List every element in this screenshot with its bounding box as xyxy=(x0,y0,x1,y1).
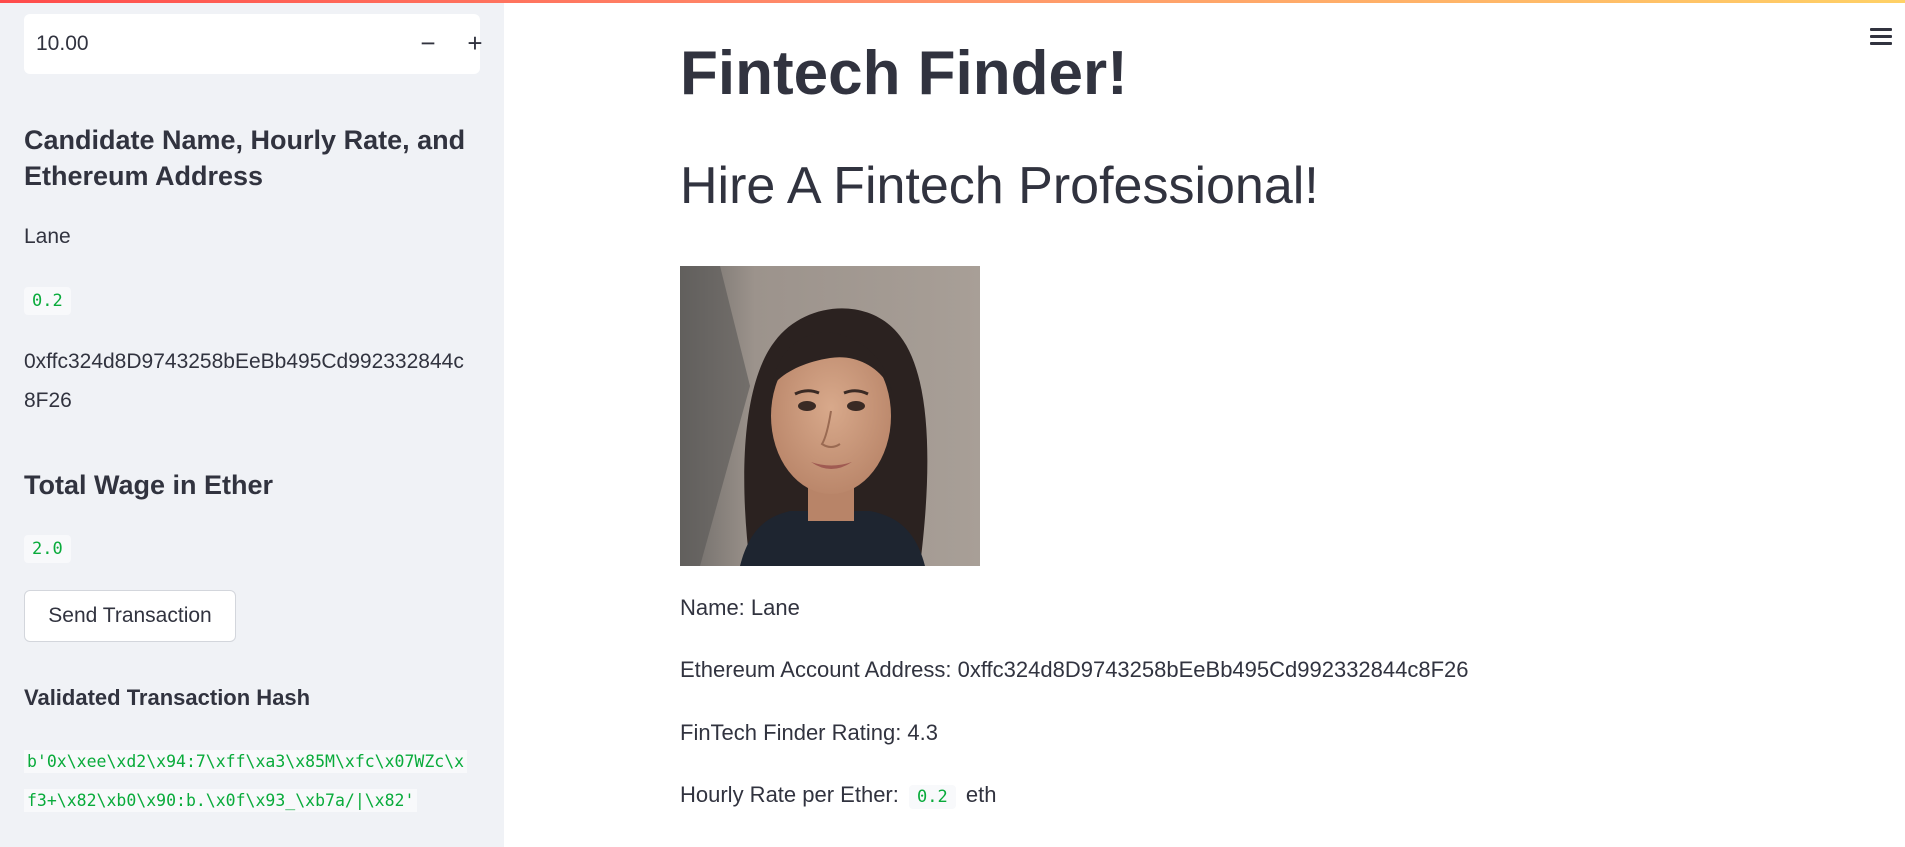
candidate-photo xyxy=(680,266,980,566)
candidate-name-line: Name: Lane xyxy=(680,595,800,620)
transaction-hash-code: b'0x\xee\xd2\x94:7\xff\xa3\x85M\xfc\x07W… xyxy=(24,742,474,820)
hamburger-menu-icon[interactable] xyxy=(1870,28,1892,46)
rate-suffix: eth xyxy=(965,782,997,807)
decrement-button[interactable]: − xyxy=(408,26,448,62)
top-decoration-bar xyxy=(0,0,1905,3)
total-wage-code: 2.0 xyxy=(24,535,71,563)
sidebar: 10.00 − + Candidate Name, Hourly Rate, a… xyxy=(0,0,504,847)
page-subtitle: Hire A Fintech Professional! xyxy=(680,157,1319,215)
candidate-name: Lane xyxy=(24,225,71,248)
send-transaction-button[interactable]: Send Transaction xyxy=(24,590,236,642)
rate-value-code: 0.2 xyxy=(909,785,956,809)
candidate-address-line: Ethereum Account Address: 0xffc324d8D974… xyxy=(680,657,1469,682)
page-title: Fintech Finder! xyxy=(680,39,1128,108)
eth-address-line-2: 8F26 xyxy=(24,389,72,412)
hours-number-input[interactable]: 10.00 − + xyxy=(24,14,483,74)
candidate-rate-line: Hourly Rate per Ether: 0.2 eth xyxy=(680,780,996,812)
eth-address-line-1: 0xffc324d8D9743258bEeBb495Cd992332844c xyxy=(24,350,464,373)
total-wage-heading: Total Wage in Ether xyxy=(24,470,274,500)
hash-heading: Validated Transaction Hash xyxy=(24,685,311,710)
increment-button[interactable]: + xyxy=(455,26,495,62)
transaction-hash-value: b'0x\xee\xd2\x94:7\xff\xa3\x85M\xfc\x07W… xyxy=(24,750,468,812)
hourly-rate-code: 0.2 xyxy=(24,287,71,315)
rate-prefix: Hourly Rate per Ether: xyxy=(680,782,899,807)
number-input-value[interactable]: 10.00 xyxy=(36,14,89,74)
candidate-rating-line: FinTech Finder Rating: 4.3 xyxy=(680,720,939,745)
main-content: Fintech Finder! Hire A Fintech Professio… xyxy=(504,0,1905,847)
candidate-heading: Candidate Name, Hourly Rate, and Ethereu… xyxy=(24,125,466,191)
